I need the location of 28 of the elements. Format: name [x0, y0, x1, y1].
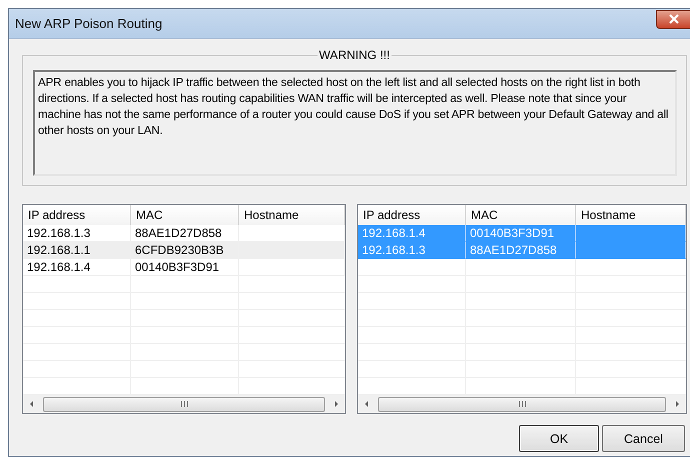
horizontal-scrollbar[interactable] — [23, 395, 345, 413]
host-list[interactable]: IP address MAC Hostname 192.168.1.4 00140B3F3D91 192.168.1.3 88AE1D27D858 — [357, 204, 687, 414]
column-header[interactable]: MAC — [131, 205, 239, 226]
ip-cell: 192.168.1.3 — [358, 242, 466, 259]
column-header[interactable]: IP address — [358, 205, 466, 226]
scroll-thumb[interactable] — [43, 396, 325, 412]
host-row[interactable]: 192.168.1.1 6CFDB9230B3B — [23, 242, 345, 259]
column-header[interactable]: IP address — [23, 205, 131, 226]
scroll-thumb[interactable] — [378, 396, 666, 412]
close-button[interactable] — [656, 10, 690, 28]
grip-icon — [518, 401, 526, 407]
dialog-button[interactable]: Cancel — [602, 425, 685, 452]
close-icon — [668, 14, 680, 24]
column-header[interactable]: MAC — [466, 205, 576, 226]
grip-icon — [180, 401, 188, 407]
ip-cell: 192.168.1.4 — [23, 259, 131, 276]
column-header[interactable]: Hostname — [576, 205, 686, 226]
group-title: WARNING !!! — [317, 48, 392, 62]
host-list[interactable]: IP address MAC Hostname 192.168.1.3 88AE1D27D858 192.168.1.1 6CFDB9230B3B 192.168.1.4 00140B3F3D91 — [22, 204, 346, 414]
column-header[interactable]: Hostname — [239, 205, 345, 226]
host-row[interactable]: 192.168.1.4 00140B3F3D91 — [23, 259, 345, 276]
mac-cell: 00140B3F3D91 — [131, 259, 239, 276]
horizontal-scrollbar[interactable] — [358, 395, 686, 413]
warning-text: APR enables you to hijack IP traffic between the selected host on the left list and all selected hosts on the right list in both directions. If a selected host has routing capabilities WAN traffic will be intercepted as well. Please note that since your machine has not the same performance of a router you could cause DoS if you set APR between your Default Gateway and all other hosts on your LAN. — [33, 70, 677, 176]
window-title: New ARP Poison Routing — [15, 16, 162, 31]
host-row[interactable]: 192.168.1.3 88AE1D27D858 — [23, 225, 345, 242]
dialog-button[interactable]: OK — [519, 425, 599, 452]
mac-cell: 88AE1D27D858 — [466, 242, 576, 259]
